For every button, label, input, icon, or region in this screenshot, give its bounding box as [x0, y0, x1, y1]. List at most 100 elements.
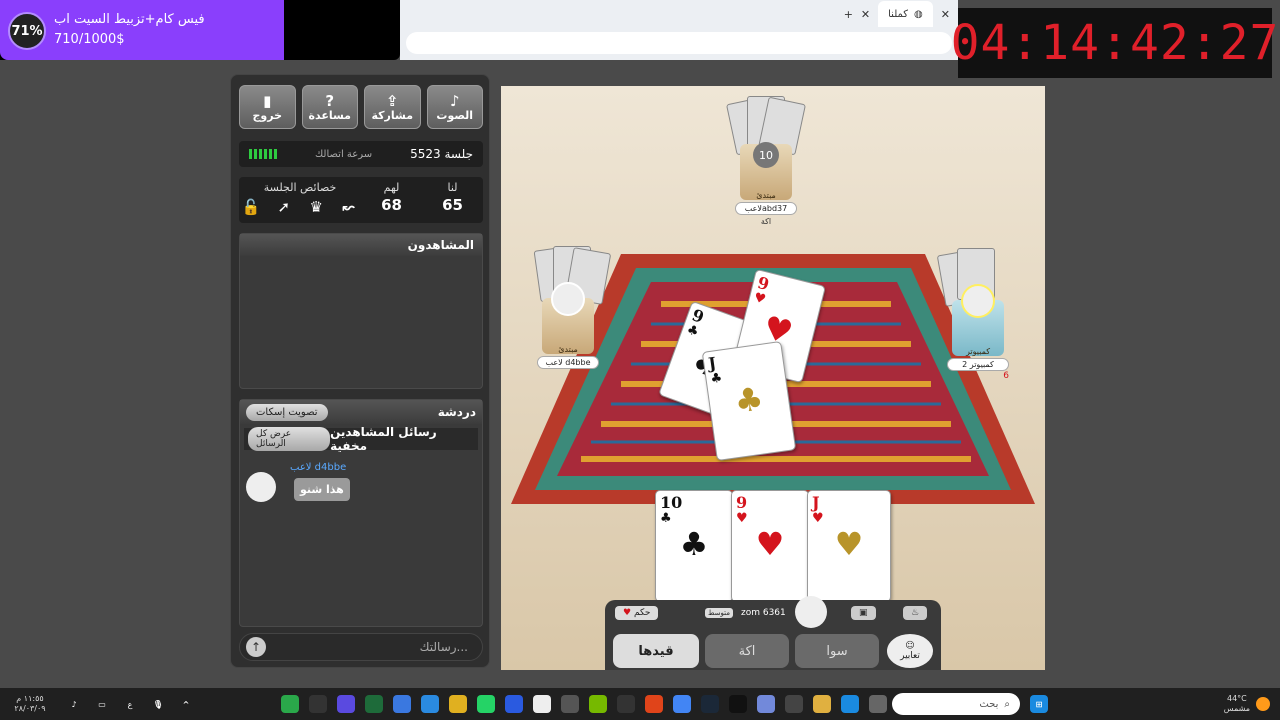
app-icon[interactable]	[337, 695, 355, 713]
arrow-icon: ➚	[277, 198, 291, 216]
hakam-label: حكم	[633, 608, 651, 618]
card-center-suit: ♥	[755, 525, 785, 563]
chat-placeholder: رسالتك...	[419, 640, 468, 654]
viewers-box: المشاهدون	[239, 233, 483, 389]
network-icon[interactable]: ▭	[93, 695, 111, 713]
weather-desc: مشمس	[1223, 704, 1250, 713]
address-bar[interactable]	[406, 32, 952, 54]
chevron-up-icon[interactable]: ^	[177, 695, 195, 713]
app-icon[interactable]	[561, 695, 579, 713]
excel-icon[interactable]	[365, 695, 383, 713]
folder-icon[interactable]	[813, 695, 831, 713]
share-icon: ⇪	[385, 91, 399, 110]
gift-icon[interactable]: ▣	[851, 606, 876, 620]
left-player-seat[interactable]: مبتدئ لاعب d4bbe	[537, 282, 599, 369]
played-card: J ♣ ♣	[701, 340, 797, 462]
sound-label: الصوت	[436, 108, 474, 122]
help-button[interactable]: ? مساعدة	[301, 85, 358, 129]
close-tab-icon[interactable]: ✕	[861, 8, 870, 21]
card-suit: ♥	[812, 511, 824, 526]
steam-icon[interactable]	[701, 695, 719, 713]
speaker-icon[interactable]: ♪	[65, 695, 83, 713]
clock-date: ٢٨/٠٣/٠٩	[14, 704, 46, 713]
windows-icon[interactable]: ⊞	[1030, 695, 1048, 713]
epic-icon[interactable]	[309, 695, 327, 713]
door-icon: ▮	[263, 91, 272, 110]
avatar	[795, 596, 827, 628]
player-count: 6	[1003, 371, 1009, 381]
hand-card[interactable]: J ♥ ♥	[807, 490, 891, 602]
nvidia-icon[interactable]	[589, 695, 607, 713]
chat-title: دردشة	[437, 405, 476, 419]
weather[interactable]: 44°C مشمس	[1224, 694, 1250, 714]
app-icon[interactable]	[533, 695, 551, 713]
them-score: 68	[381, 196, 402, 214]
brave-icon[interactable]	[645, 695, 663, 713]
sawa-button[interactable]: سوا	[795, 634, 879, 668]
card-suit: ♣	[660, 511, 672, 526]
search-icon: ⌕	[1004, 698, 1010, 710]
hidden-messages-note: رسائل المشاهدين مخفية	[330, 425, 437, 453]
chrome-icon[interactable]	[673, 695, 691, 713]
search-box[interactable]: بحث ⌕	[892, 693, 1020, 715]
avatar	[246, 472, 276, 502]
score-board: خصائص الجلسة لهم لنا 🔓 ➚ ♛ ↜ 68 65	[239, 177, 483, 223]
question-icon: ?	[325, 91, 335, 110]
close-tab-icon[interactable]: ✕	[941, 8, 950, 21]
send-arrow-icon[interactable]: ↑	[246, 637, 266, 657]
app-icon[interactable]	[281, 695, 299, 713]
epic-icon[interactable]	[617, 695, 635, 713]
hand-card[interactable]: 9 ♥ ♥	[731, 490, 809, 602]
fire-icon[interactable]: ♨	[903, 606, 928, 620]
sound-button[interactable]: ♪ الصوت	[426, 85, 483, 129]
whatsapp-icon[interactable]	[477, 695, 495, 713]
card-center-suit: ♣	[679, 525, 709, 563]
player-level: كمبيوتر	[965, 347, 991, 356]
donation-goal-widget: 71% فيس كام+تزبيط السيت اب 710/1000$	[0, 0, 400, 60]
player-status: اكة	[760, 217, 772, 226]
card-rank: 9	[736, 493, 748, 512]
side-panel: ▮ خروج ? مساعدة ⇪ مشاركة ♪ الصوت سرعة اتصالك…	[230, 74, 490, 668]
connection-row: سرعة اتصالك جلسة 5523	[239, 141, 483, 167]
new-tab-icon[interactable]: +	[844, 8, 853, 21]
app-icon[interactable]	[421, 695, 439, 713]
goal-title: فيس كام+تزبيط السيت اب	[54, 12, 205, 27]
session-props-icons: 🔓 ➚ ♛ ↜	[239, 194, 361, 216]
qaydha-button[interactable]: قيدها	[613, 634, 699, 668]
akka-button[interactable]: اكة	[705, 634, 789, 668]
session-props-label: خصائص الجلسة	[263, 181, 337, 194]
show-all-messages-button[interactable]: عرض كل الرسائل	[248, 427, 331, 451]
edge-icon[interactable]	[841, 695, 859, 713]
hidden-messages-row: عرض كل الرسائل رسائل المشاهدين مخفية	[244, 425, 478, 453]
us-score: 65	[442, 196, 463, 214]
help-label: مساعدة	[308, 108, 352, 122]
exit-button[interactable]: ▮ خروج	[239, 85, 296, 129]
weather-temp: 44°C	[1226, 694, 1247, 703]
card-suit: ♥	[736, 511, 748, 526]
chat-input[interactable]: ↑ رسالتك...	[239, 633, 483, 661]
app-icon[interactable]	[449, 695, 467, 713]
speed-label: سرعة اتصالك	[314, 148, 373, 160]
exit-label: خروج	[252, 108, 283, 122]
share-button[interactable]: ⇪ مشاركة	[364, 85, 421, 129]
hand-card[interactable]: 10 ♣ ♣	[655, 490, 733, 602]
emotes-label: تعابير	[900, 651, 920, 661]
emotes-button[interactable]: ☺ تعابير	[887, 634, 933, 668]
language-indicator[interactable]: ع	[121, 695, 139, 713]
signal-bars-icon	[249, 149, 277, 159]
them-label: لهم	[383, 181, 400, 194]
app-icon[interactable]	[505, 695, 523, 713]
mic-icon[interactable]: 🎙	[149, 695, 167, 713]
self-name: zom 6361	[741, 608, 786, 618]
task-view-icon[interactable]	[869, 695, 887, 713]
mute-vote-button[interactable]: تصويت إسكات	[246, 403, 328, 421]
discord-icon[interactable]	[757, 695, 775, 713]
store-icon[interactable]	[785, 695, 803, 713]
app-icon[interactable]	[393, 695, 411, 713]
app-icon[interactable]	[729, 695, 747, 713]
session-number: جلسة 5523	[410, 147, 473, 161]
right-player-seat[interactable]: كمبيوتر كمبيوتر 2 6	[947, 284, 1009, 381]
tab-title: كملنا	[888, 8, 909, 20]
level-badge: متوسط	[705, 608, 733, 618]
browser-tab[interactable]: كملنا ◍	[878, 1, 933, 27]
